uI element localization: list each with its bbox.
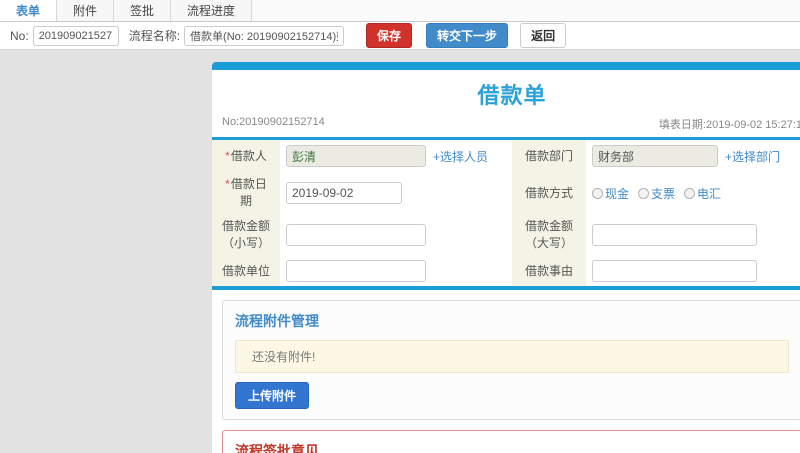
form-title: 借款单	[477, 83, 547, 108]
attachments-panel: 流程附件管理 还没有附件! 上传附件	[222, 300, 800, 420]
loan-method-label: 借款方式	[512, 172, 586, 214]
attachments-heading: 流程附件管理	[235, 313, 319, 329]
loan-unit-input[interactable]	[286, 260, 426, 282]
amount-lower-input[interactable]	[286, 224, 426, 246]
forward-next-step-button[interactable]: 转交下一步	[426, 23, 509, 48]
select-person-link[interactable]: +选择人员	[433, 148, 488, 165]
loan-form-panel: 借款单 No:20190902152714 填表日期:2019-09-02 15…	[212, 62, 800, 453]
department-cell: +选择部门	[586, 140, 800, 172]
radio-cheque[interactable]: 支票	[638, 185, 675, 202]
loan-reason-label: 借款事由	[512, 256, 586, 286]
select-department-link[interactable]: +选择部门	[725, 148, 780, 165]
amount-upper-cell	[586, 214, 800, 256]
loan-unit-cell	[280, 256, 512, 286]
process-name-label: 流程名称:	[128, 29, 181, 43]
tab-attachments[interactable]: 附件	[57, 0, 115, 21]
department-label: 借款部门	[512, 140, 586, 172]
form-toolbar: No: 流程名称: 保存 转交下一步 返回	[0, 22, 800, 50]
borrower-cell: +选择人员	[280, 140, 512, 172]
loan-date-input[interactable]	[286, 182, 402, 204]
no-attachments-alert: 还没有附件!	[235, 340, 789, 373]
amount-upper-label: 借款金额（大写）	[512, 214, 586, 256]
approval-opinions-panel: 流程签批意见 B I abc ✎ ∞ ∞ ⚑ ≡ ≡ ⇤ ⇥ ” 样式	[222, 430, 800, 453]
amount-lower-cell	[280, 214, 512, 256]
amount-lower-label: 借款金额（小写）	[212, 214, 280, 256]
amount-upper-input[interactable]	[592, 224, 757, 246]
radio-cash[interactable]: 现金	[592, 185, 629, 202]
loan-reason-cell	[586, 256, 800, 286]
form-date-text: 填表日期:2019-09-02 15:27:1	[658, 119, 800, 131]
page-header: 表单 附件 签批 流程进度 No: 流程名称: 保存 转交下一步 返回	[0, 0, 800, 50]
borrower-label: *借款人	[212, 140, 280, 172]
panel-bottom-bar	[212, 286, 800, 290]
form-no-text: No:20190902152714	[222, 116, 325, 128]
required-asterisk: *	[225, 148, 230, 163]
back-button[interactable]: 返回	[520, 23, 567, 48]
upload-attachment-button[interactable]: 上传附件	[235, 382, 310, 409]
loan-unit-label: 借款单位	[212, 256, 280, 286]
radio-circle-icon[interactable]	[684, 187, 696, 199]
no-input[interactable]	[32, 25, 119, 46]
loan-date-cell	[280, 172, 512, 214]
loan-form-grid: *借款人 +选择人员 借款部门 +选择部门 *借款日期 借款方式 现金	[212, 140, 800, 286]
radio-circle-icon[interactable]	[638, 187, 650, 199]
loan-reason-input[interactable]	[592, 260, 757, 282]
save-button[interactable]: 保存	[366, 23, 413, 48]
approval-opinions-heading: 流程签批意见	[235, 443, 319, 453]
tab-form[interactable]: 表单	[0, 0, 58, 21]
borrower-input[interactable]	[286, 145, 426, 167]
panel-top-bar	[212, 62, 800, 70]
department-input[interactable]	[592, 145, 718, 167]
required-asterisk: *	[225, 177, 230, 191]
loan-date-label: *借款日期	[212, 172, 280, 214]
loan-method-radio-group: 现金 支票 电汇	[592, 185, 721, 202]
tab-bar: 表单 附件 签批 流程进度	[0, 0, 800, 22]
radio-circle-icon[interactable]	[592, 187, 603, 199]
form-meta-row: No:20190902152714 填表日期:2019-09-02 15:27:…	[212, 114, 800, 137]
process-name-input[interactable]	[184, 25, 345, 46]
tab-approval[interactable]: 签批	[114, 0, 172, 21]
radio-wire-transfer[interactable]: 电汇	[684, 185, 721, 202]
no-label: No:	[10, 28, 29, 43]
tab-process-progress[interactable]: 流程进度	[171, 0, 253, 21]
loan-method-cell: 现金 支票 电汇	[586, 172, 800, 214]
